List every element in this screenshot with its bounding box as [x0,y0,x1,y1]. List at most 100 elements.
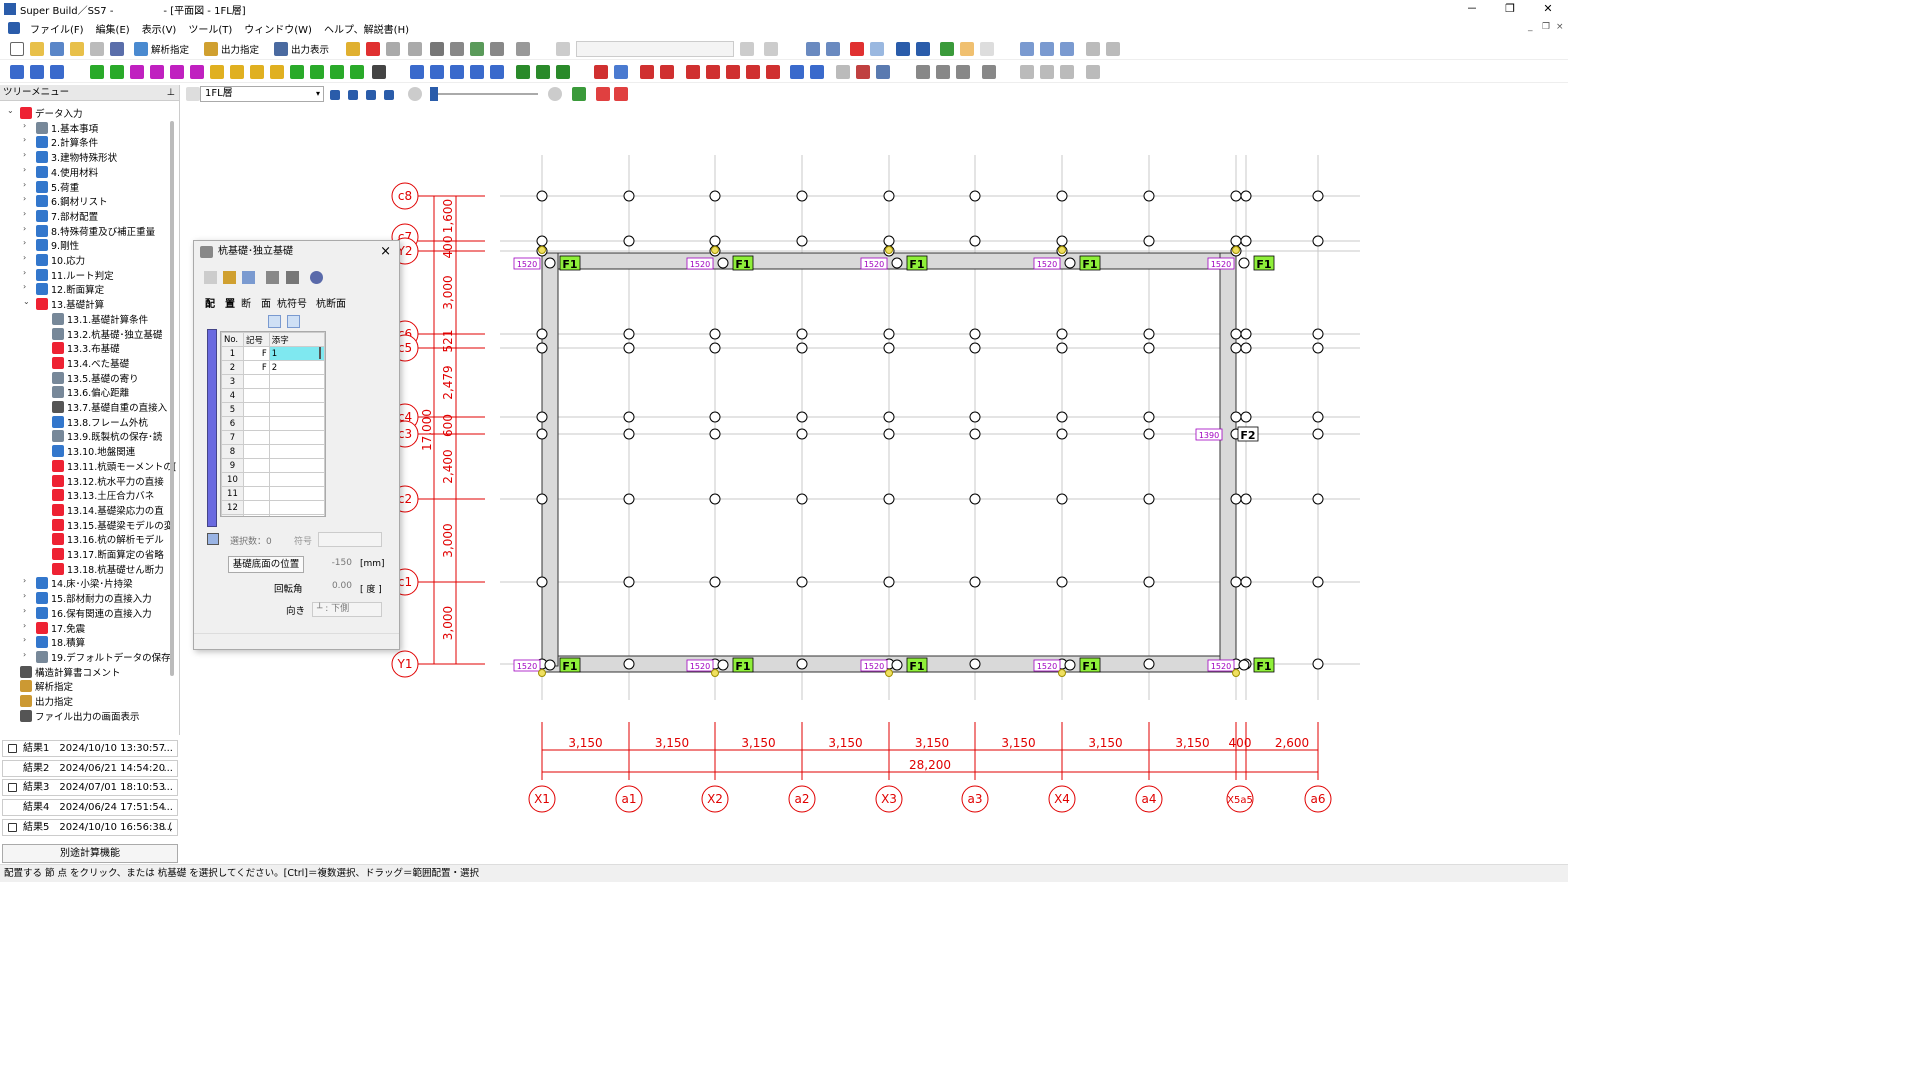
move-down-icon[interactable] [287,315,300,328]
mdi-app-icon[interactable] [8,22,20,34]
member-icon-10[interactable] [270,64,284,80]
misc-icon-9[interactable] [1040,64,1054,80]
edit-icon-5[interactable] [490,64,504,80]
grid-row[interactable]: 9 [221,458,325,473]
mdi-minimize-icon[interactable]: _ [1528,22,1533,32]
display-icon-2[interactable] [614,86,628,102]
tree-item[interactable]: 13.2.杭基礎･独立基礎 [52,327,162,341]
misc-icon-4[interactable] [916,64,930,80]
redo-icon[interactable] [740,41,754,57]
support-icon-1[interactable] [516,64,530,80]
member-icon-12[interactable] [310,64,324,80]
pan-hand-icon[interactable] [960,41,974,57]
grid-cell-symbol[interactable] [242,388,270,403]
comment-icon[interactable] [516,41,530,57]
window-icon-4[interactable] [1086,41,1100,57]
result-more-button[interactable]: ... [163,780,173,795]
chevron-right-icon[interactable]: › [23,209,26,218]
grid-row[interactable]: 10 [221,472,325,487]
tree-item[interactable]: 13.3.布基礎 [52,341,120,355]
grid-cell-symbol[interactable] [242,374,270,389]
dialog-tool-icon-6[interactable] [310,271,323,284]
base-position-button[interactable]: 基礎底面の位置 [228,556,304,573]
tree-item[interactable]: 19.デフォルトデータの保存 [36,650,171,664]
minimize-button[interactable]: － [1452,0,1492,18]
chevron-right-icon[interactable]: › [23,606,26,615]
tree-item[interactable]: 14.床･小梁･片持梁 [36,576,133,590]
tree-item[interactable]: 13.10.地盤関連 [52,444,135,458]
tree-item[interactable]: 12.断面算定 [36,282,104,296]
grid-row[interactable]: 8 [221,444,325,459]
chevron-right-icon[interactable]: › [23,268,26,277]
tree-item[interactable]: 15.部材耐力の直接入力 [36,591,152,605]
grid-cell-subscript[interactable] [268,374,325,389]
tree-item[interactable]: 13.6.偏心距離 [52,385,129,399]
chevron-down-icon[interactable]: ⌄ [23,297,30,306]
result-more-button[interactable]: ... [163,820,173,835]
grid-cell-subscript[interactable] [268,430,325,445]
level-last-icon[interactable] [384,87,394,103]
level-first-icon[interactable] [330,87,340,103]
base-position-value[interactable]: -150 [310,558,352,568]
menu-help[interactable]: ヘルプ、解説書(H) [318,21,415,36]
tree-item[interactable]: 出力指定 [20,694,73,708]
tree-item[interactable]: データ入力 [20,106,83,120]
delete-icon[interactable] [764,41,778,57]
tree-item[interactable]: 13.18.杭基礎せん断力 [52,562,164,576]
zoom-slider[interactable] [430,86,540,102]
layer-select[interactable]: 1FL層 ▾ [200,86,324,102]
load-icon-8[interactable] [746,64,760,80]
chain-icon[interactable] [810,64,824,80]
grid-row[interactable]: 6 [221,416,325,431]
grid-cell-subscript[interactable] [268,444,325,459]
edit-icon-1[interactable] [410,64,424,80]
tree-item[interactable]: 13.5.基礎の寄り [52,371,139,385]
mdi-close-icon[interactable]: × [1556,22,1564,32]
misc-icon-7[interactable] [982,64,996,80]
view-icon-1[interactable] [806,41,820,57]
tree-item[interactable]: 13.17.断面算定の省略 [52,547,164,561]
tree-item[interactable]: 13.15.基礎梁モデルの変 [52,518,173,532]
level-down-arrow-icon[interactable] [348,87,358,103]
member-icon-3[interactable] [130,64,144,80]
zoom-in-icon[interactable] [548,86,562,102]
tree-item[interactable]: 13.基礎計算 [36,297,104,311]
chevron-right-icon[interactable]: › [23,121,26,130]
dialog-tool-icon-2[interactable] [223,271,236,284]
tree-item[interactable]: 13.7.基礎自重の直接入 [52,400,167,414]
print-export-icon[interactable] [490,41,504,57]
menu-tools[interactable]: ツール(T) [182,21,238,36]
grid-cell-symbol[interactable] [242,430,270,445]
grid-cell-subscript[interactable] [268,472,325,487]
zoom-out-icon[interactable] [408,86,422,102]
close-button[interactable]: ✕ [1528,0,1568,18]
level-up-arrow-icon[interactable] [366,87,376,103]
grid-cell-subscript[interactable] [268,388,325,403]
dialog-tool-icon-1[interactable] [204,271,217,284]
menu-window[interactable]: ウィンドウ(W) [238,21,318,36]
grid-cell-symbol[interactable] [242,514,270,516]
tree-item[interactable]: 1.基本事項 [36,121,98,135]
grid-cell-symbol[interactable]: F [242,346,270,361]
load-icon-7[interactable] [726,64,740,80]
chevron-right-icon[interactable]: › [23,135,26,144]
tree-item[interactable]: 13.8.フレーム外杭 [52,415,148,429]
load-icon-9[interactable] [766,64,780,80]
grid-row[interactable]: 1F1 [221,346,325,361]
chevron-right-icon[interactable]: › [23,576,26,585]
grid-row[interactable]: 11 [221,486,325,501]
save-icon[interactable] [90,41,104,57]
tree-item[interactable]: 10.応力 [36,253,85,267]
fit-view-icon[interactable] [572,86,586,102]
load-icon-4[interactable] [660,64,674,80]
tree-item[interactable]: 13.11.杭頭モーメントの[ [52,459,177,473]
symbol-grid[interactable]: No.記号添字1F12F2345678910111213 [220,331,326,517]
grid-cell-subscript[interactable] [268,458,325,473]
mdi-restore-icon[interactable]: ❐ [1542,22,1550,32]
tree-item[interactable]: 13.13.土圧合力バネ [52,488,154,502]
grid-cell-symbol[interactable] [242,500,270,515]
tree-item[interactable]: 構造計算書コメント [20,665,121,679]
member-icon-14[interactable] [350,64,364,80]
pointer-icon[interactable] [980,41,994,57]
tree-item[interactable]: 18.積算 [36,635,85,649]
